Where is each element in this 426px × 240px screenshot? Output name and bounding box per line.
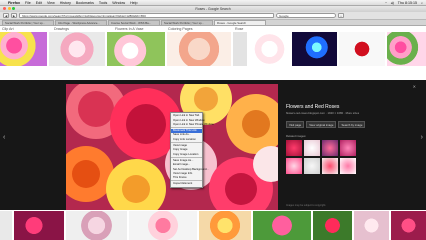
image-result[interactable]: [391, 211, 426, 240]
context-menu-item[interactable]: Open Link in New Private Window: [171, 122, 214, 126]
image-result[interactable]: [0, 211, 12, 240]
preview-source[interactable]: flowers-red-roses.blogspot.com · 1920 × …: [286, 111, 416, 115]
page-content: Clip Art Drawings Flowers In A Vase Colo…: [0, 26, 426, 240]
close-preview-icon[interactable]: ✕: [413, 84, 416, 89]
search-by-image-button[interactable]: Search by image: [338, 121, 366, 128]
image-result[interactable]: [65, 211, 128, 240]
related-image[interactable]: [340, 140, 356, 156]
context-menu-item[interactable]: Copy Link Location: [171, 137, 202, 141]
category-coloring-pages[interactable]: Coloring Pages: [168, 27, 193, 31]
image-result[interactable]: [387, 32, 426, 66]
image-result[interactable]: [291, 32, 337, 66]
context-menu-item[interactable]: Inspect Element: [171, 182, 202, 186]
image-result[interactable]: [13, 211, 64, 240]
home-icon[interactable]: ⌂: [338, 13, 344, 18]
image-result[interactable]: [252, 211, 311, 240]
minimize-window-icon[interactable]: [7, 7, 11, 11]
menu-edit[interactable]: Edit: [36, 1, 42, 5]
menu-file[interactable]: File: [25, 1, 31, 5]
preview-actions: Visit page View original image Search by…: [286, 121, 416, 128]
volume-icon[interactable]: ◂): [391, 1, 394, 5]
menu-window[interactable]: Window: [112, 1, 125, 5]
context-menu: Open Link in New Tab Open Link in New Win…: [170, 112, 214, 189]
category-clip-art[interactable]: Clip Art: [2, 27, 14, 31]
tab-info-page[interactable]: Info Page - Wordpress Advance...: [55, 20, 107, 25]
related-image[interactable]: [286, 140, 302, 156]
back-button[interactable]: ◀: [3, 13, 9, 18]
related-image[interactable]: [304, 140, 320, 156]
image-result[interactable]: [233, 32, 248, 66]
related-image[interactable]: [286, 158, 302, 174]
visit-page-button[interactable]: Visit page: [286, 121, 305, 128]
menu-status-area: ◔ ◂) Thu 8:15:15 ⌕: [385, 1, 423, 5]
wifi-icon[interactable]: ◔: [385, 1, 387, 5]
related-image[interactable]: [340, 158, 356, 174]
menu-help[interactable]: Help: [130, 1, 137, 5]
category-drawings[interactable]: Drawings: [54, 27, 69, 31]
image-result[interactable]: [354, 211, 390, 240]
preview-info: Flowers and Red Roses flowers-red-roses.…: [286, 104, 416, 174]
spotlight-icon[interactable]: ⌕: [421, 1, 423, 5]
tab-course-social-work[interactable]: Course Social Work - WSS Ba...: [108, 20, 160, 25]
context-menu-item[interactable]: Set As Desktop Background...: [171, 167, 209, 171]
tab-roses-search[interactable]: Roses - Google Search: [214, 20, 266, 25]
image-result[interactable]: [106, 32, 166, 66]
image-result[interactable]: [249, 32, 290, 66]
image-results-row-2: [0, 211, 426, 240]
window-controls: [3, 7, 15, 11]
menu-tools[interactable]: Tools: [99, 1, 107, 5]
forward-button[interactable]: ▶: [11, 13, 17, 18]
related-image[interactable]: [322, 140, 338, 156]
tab-social-work-2[interactable]: Social Work Portfolio | Your sp...: [161, 20, 213, 25]
image-result[interactable]: [312, 211, 353, 240]
window-title: Roses - Google Search: [195, 7, 231, 11]
image-result[interactable]: [338, 32, 386, 66]
view-original-button[interactable]: View original image: [306, 121, 337, 128]
related-image[interactable]: [322, 158, 338, 174]
previous-image-icon[interactable]: ‹: [3, 134, 5, 141]
image-result[interactable]: [0, 32, 47, 66]
context-menu-item[interactable]: Open Link in New Window: [171, 118, 205, 122]
preview-title[interactable]: Flowers and Red Roses: [286, 104, 416, 110]
image-result[interactable]: [167, 32, 232, 66]
url-input[interactable]: https://www.google.com/search?q=roses&tb…: [19, 13, 274, 18]
menu-app-name[interactable]: Firefox: [8, 1, 20, 5]
menu-history[interactable]: History: [60, 1, 71, 5]
context-menu-item[interactable]: Open Link in New Tab: [171, 114, 202, 118]
image-result[interactable]: [199, 211, 251, 240]
category-flowers-in-a-vase[interactable]: Flowers In A Vase: [115, 27, 144, 31]
menu-bookmarks[interactable]: Bookmarks: [76, 1, 94, 5]
image-results-row-1: [0, 32, 426, 66]
category-rose[interactable]: Rose: [235, 27, 243, 31]
image-result[interactable]: [48, 32, 105, 66]
copyright-note: Images may be subject to copyright.: [286, 204, 327, 207]
next-image-icon[interactable]: ›: [421, 134, 423, 141]
menu-view[interactable]: View: [47, 1, 55, 5]
image-result[interactable]: [129, 211, 198, 240]
related-images-grid: [286, 140, 416, 174]
search-input[interactable]: Google: [276, 13, 336, 18]
image-preview-panel: ‹ › ✕ Flowers and Red Roses flowers-red-…: [0, 80, 426, 210]
close-window-icon[interactable]: [3, 7, 6, 11]
browser-toolbar: ◀ ▶ https://www.google.com/search?q=rose…: [0, 12, 426, 20]
context-menu-item[interactable]: This Frame: [171, 176, 202, 180]
context-menu-item[interactable]: Copy Image Location: [171, 152, 202, 156]
zoom-window-icon[interactable]: [12, 7, 15, 11]
related-images-label: Related images:: [286, 134, 307, 138]
tab-social-work-1[interactable]: Social Work Portfolio | Your sp...: [2, 20, 54, 25]
clock[interactable]: Thu 8:15:15: [398, 1, 417, 5]
related-image[interactable]: [304, 158, 320, 174]
